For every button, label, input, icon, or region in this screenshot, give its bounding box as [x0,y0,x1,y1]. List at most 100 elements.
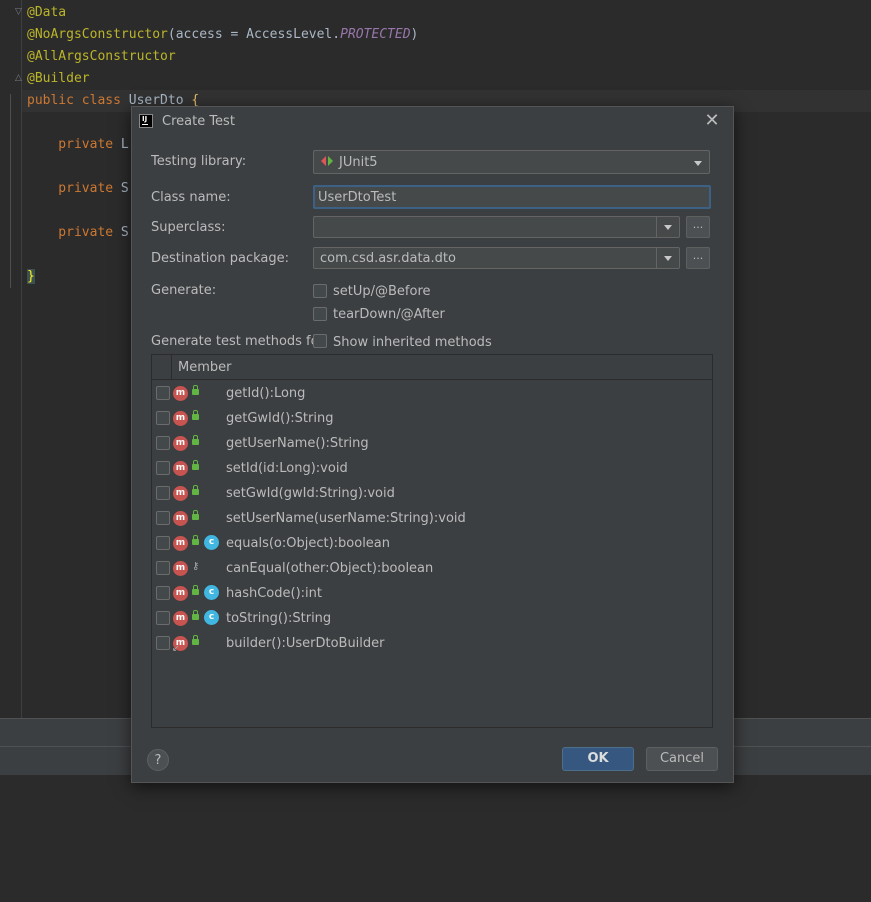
setup-checkbox[interactable] [313,284,327,298]
list-item[interactable]: m getGwId():String [152,406,712,431]
ok-button[interactable]: OK [562,747,634,771]
show-inherited-label[interactable]: Show inherited methods [333,335,492,350]
code-token: } [27,269,35,284]
code-token: @AllArgsConstructor [27,49,176,64]
code-token: PROTECTED [340,27,411,42]
list-item[interactable]: m setUserName(userName:String):void [152,506,712,531]
code-token: @Data [27,5,67,20]
close-icon[interactable]: ✕ [702,111,722,131]
override-icon: c [204,610,219,625]
superclass-browse-button[interactable]: ... [686,216,710,238]
list-item[interactable]: m setId(id:Long):void [152,456,712,481]
list-item[interactable]: m c toString():String [152,606,712,631]
method-icon: m [173,486,188,501]
member-checkbox[interactable] [156,411,170,425]
generate-methods-label: Generate test methods for: [151,334,329,349]
member-checkbox[interactable] [156,586,170,600]
fold-icon[interactable]: ▽ [15,7,22,17]
code-line: } [27,266,35,288]
member-name: setUserName(userName:String):void [226,511,466,526]
destination-package-select[interactable]: com.csd.asr.data.dto [313,247,680,269]
destination-package-browse-button[interactable]: ... [686,247,710,269]
fold-icon[interactable]: △ [15,73,22,83]
method-icon: m [173,561,188,576]
show-inherited-checkbox[interactable] [313,334,327,348]
code-line: @AllArgsConstructor [27,46,176,68]
lock-open-icon [192,435,199,445]
lock-open-icon [192,510,199,520]
code-token: @Builder [27,71,90,86]
method-icon: m [173,536,188,551]
dialog-titlebar[interactable]: IJ Create Test ✕ [132,107,733,137]
member-checkbox[interactable] [156,511,170,525]
member-checkbox[interactable] [156,636,170,650]
method-icon: m [173,436,188,451]
code-token: @NoArgsConstructor [27,27,168,42]
member-column-header[interactable]: Member [178,360,231,375]
method-icon: m [173,386,188,401]
list-item[interactable]: m ↙ builder():UserDtoBuilder [152,631,712,656]
setup-checkbox-label[interactable]: setUp/@Before [333,284,431,299]
junit-icon [321,156,333,166]
member-name: setGwId(gwId:String):void [226,486,395,501]
code-token: ) [410,27,419,42]
static-icon: ↙ [172,644,180,654]
member-name: builder():UserDtoBuilder [226,636,385,651]
member-name: getId():Long [226,386,306,401]
cancel-button[interactable]: Cancel [646,747,718,771]
lock-open-icon [192,585,199,595]
code-token: S [120,225,129,240]
list-item[interactable]: m getUserName():String [152,431,712,456]
code-line: @NoArgsConstructor(access = AccessLevel.… [27,24,418,46]
code-line: @Builder [27,68,90,90]
lock-open-icon [192,485,199,495]
member-checkbox[interactable] [156,611,170,625]
method-icon: m [173,586,188,601]
teardown-checkbox-label[interactable]: tearDown/@After [333,307,445,322]
intellij-idea-icon: IJ [139,114,153,128]
member-name: hashCode():int [226,586,322,601]
members-table[interactable]: Member m getId():Long m getGwId():String m ge… [151,354,713,728]
members-table-header: Member [152,355,712,380]
code-token: L [120,137,129,152]
lock-open-icon [192,635,199,645]
code-token: private [27,137,121,152]
code-line: private L [27,134,129,156]
teardown-checkbox[interactable] [313,307,327,321]
list-item[interactable]: m setGwId(gwId:String):void [152,481,712,506]
list-item[interactable]: m getId():Long [152,381,712,406]
chevron-down-icon[interactable] [657,248,679,268]
override-icon: c [204,585,219,600]
chevron-down-icon[interactable] [687,153,709,173]
code-line: @Data [27,2,66,24]
code-line: private S [27,178,128,200]
superclass-select[interactable] [313,216,680,238]
member-checkbox[interactable] [156,461,170,475]
member-name: equals(o:Object):boolean [226,536,391,551]
testing-library-value: JUnit5 [339,155,378,170]
destination-package-label: Destination package: [151,251,289,266]
list-item[interactable]: m ⚷ canEqual(other:Object):boolean [152,556,712,581]
protected-icon: ⚷ [192,561,200,572]
lock-open-icon [192,535,199,545]
method-icon: m [173,511,188,526]
help-button[interactable]: ? [147,749,169,771]
chevron-down-icon[interactable] [657,217,679,237]
fold-guide [10,94,11,288]
dialog-title: Create Test [162,114,235,129]
member-checkbox[interactable] [156,436,170,450]
member-checkbox[interactable] [156,536,170,550]
override-icon: c [204,535,219,550]
member-checkbox[interactable] [156,561,170,575]
lock-open-icon [192,385,199,395]
member-checkbox[interactable] [156,386,170,400]
testing-library-select[interactable]: JUnit5 [313,150,710,174]
member-checkbox[interactable] [156,486,170,500]
superclass-label: Superclass: [151,220,226,235]
column-divider [171,355,172,379]
member-name: getGwId():String [226,411,334,426]
bottom-panel [0,775,871,902]
class-name-input[interactable] [313,185,711,209]
list-item[interactable]: m c equals(o:Object):boolean [152,531,712,556]
list-item[interactable]: m c hashCode():int [152,581,712,606]
